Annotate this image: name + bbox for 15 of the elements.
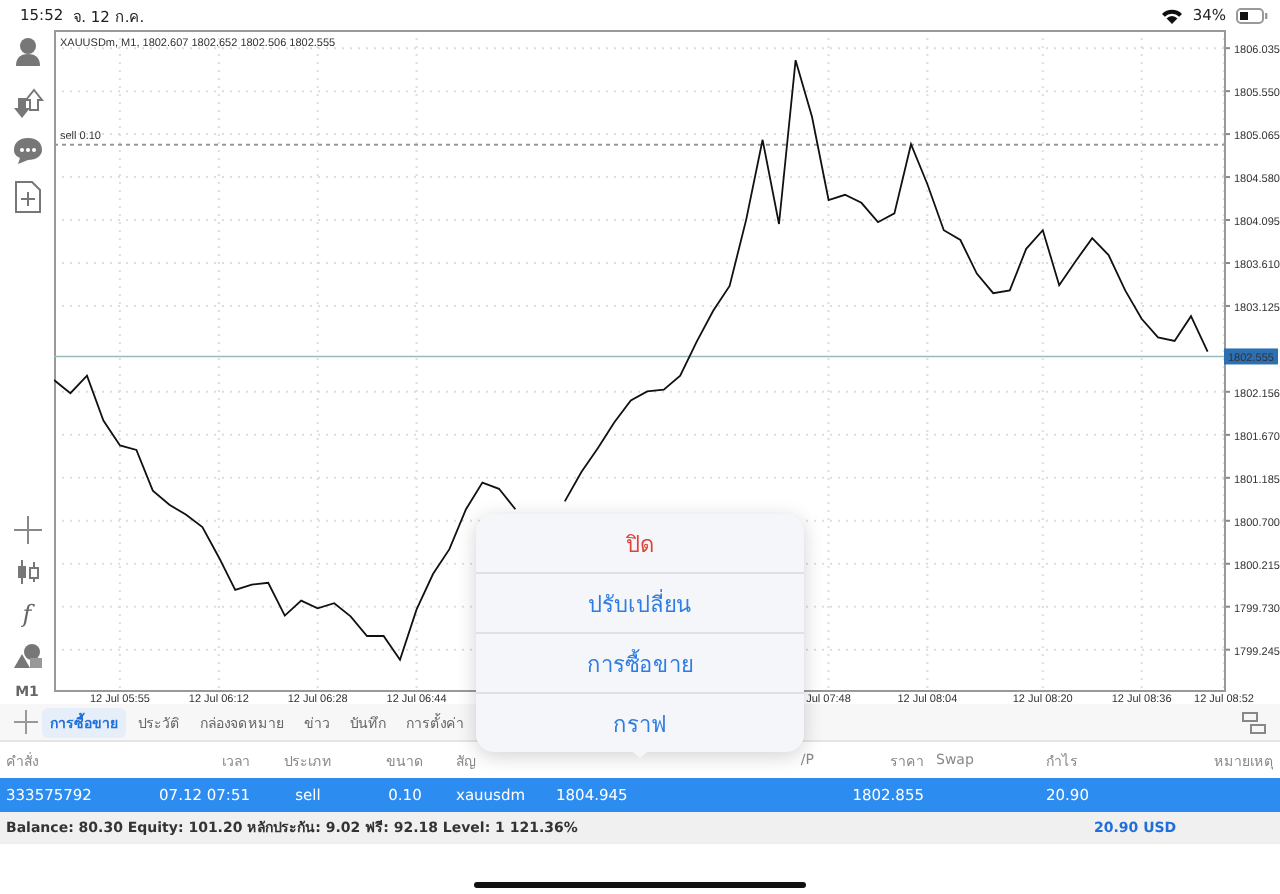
menu-item[interactable]: ปรับเปลี่ยน: [476, 572, 804, 632]
layout-icon[interactable]: [1242, 711, 1266, 733]
menu-item[interactable]: การซื้อขาย: [476, 632, 804, 692]
menu-item[interactable]: ปิด: [476, 514, 804, 572]
document-plus-icon[interactable]: [13, 180, 41, 214]
function-tool[interactable]: f: [22, 600, 32, 628]
person-icon[interactable]: [11, 36, 43, 72]
battery-icon: [1236, 7, 1268, 23]
candlestick-icon[interactable]: [13, 558, 41, 586]
wifi-icon: [1162, 7, 1183, 23]
crosshair-icon[interactable]: [13, 516, 41, 544]
arrows-icon[interactable]: [11, 86, 43, 122]
chat-icon[interactable]: [11, 136, 43, 166]
shapes-icon[interactable]: [11, 642, 43, 670]
add-icon[interactable]: [14, 710, 38, 734]
